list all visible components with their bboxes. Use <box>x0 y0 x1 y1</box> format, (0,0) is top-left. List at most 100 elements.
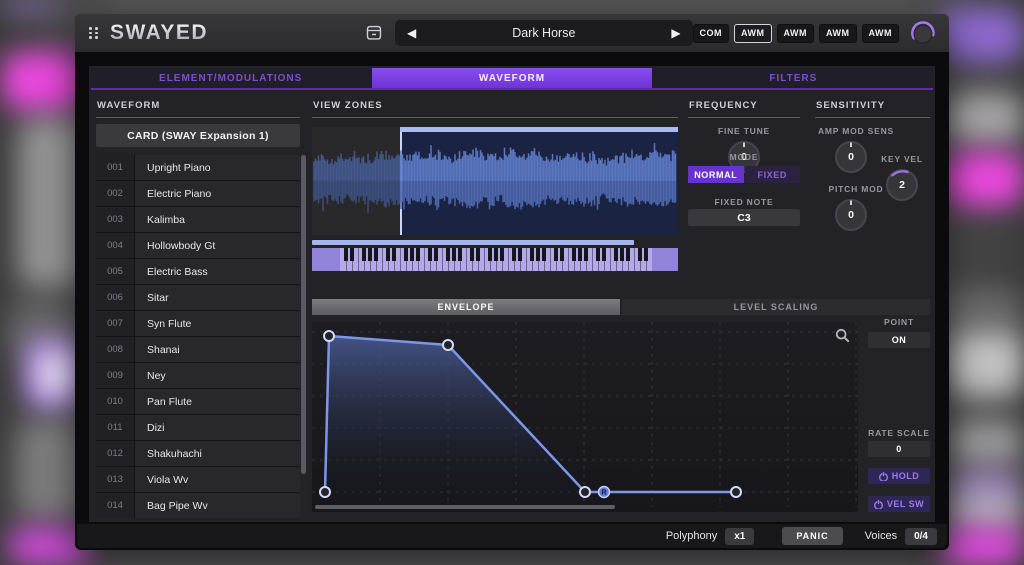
black-key[interactable] <box>494 248 498 261</box>
waveform-list-item[interactable]: 005Electric Bass <box>96 259 300 284</box>
master-volume-knob[interactable] <box>909 19 937 47</box>
black-key[interactable] <box>560 248 564 261</box>
zone-range-bar[interactable] <box>312 240 634 245</box>
black-key[interactable] <box>596 248 600 261</box>
black-key[interactable] <box>536 248 540 261</box>
item-number: 002 <box>96 181 134 206</box>
waveform-list-item[interactable]: 008Shanai <box>96 337 300 362</box>
black-key[interactable] <box>428 248 432 261</box>
waveform-list-item[interactable]: 011Dizi <box>96 415 300 440</box>
black-key[interactable] <box>644 248 648 261</box>
black-key[interactable] <box>518 248 522 261</box>
mode-fixed-button[interactable]: FIXED <box>745 166 801 183</box>
waveform-list-item[interactable]: 002Electric Piano <box>96 181 300 206</box>
waveform-list-item[interactable]: 009Ney <box>96 363 300 388</box>
waveform-list-scrollbar-thumb[interactable] <box>301 155 306 474</box>
waveform-list-item[interactable]: 001Upright Piano <box>96 155 300 180</box>
polyphony-label: Polyphony <box>666 530 717 542</box>
waveform-list-item[interactable]: 004Hollowbody Gt <box>96 233 300 258</box>
preset-selector: ◀ Dark Horse ▶ <box>395 20 693 46</box>
keyboard-range[interactable] <box>312 248 678 271</box>
black-key[interactable] <box>578 248 582 261</box>
mode-button-awm-4[interactable]: AWM <box>862 24 900 43</box>
black-key[interactable] <box>344 248 348 261</box>
panic-button[interactable]: PANIC <box>782 527 842 545</box>
waveform-list-item[interactable]: 006Sitar <box>96 285 300 310</box>
mode-button-com-0[interactable]: COM <box>693 24 730 43</box>
black-key[interactable] <box>350 248 354 261</box>
black-key[interactable] <box>602 248 606 261</box>
vel-sw-button-label: VEL SW <box>887 499 924 509</box>
tab-waveform[interactable]: WAVEFORM <box>372 68 651 88</box>
waveform-list-item[interactable]: 007Syn Flute <box>96 311 300 336</box>
black-key[interactable] <box>626 248 630 261</box>
preset-archive-icon[interactable] <box>363 23 385 43</box>
amp-mod-sens-label: AMP MOD SENS <box>811 126 901 136</box>
waveform-list-item[interactable]: 012Shakuhachi <box>96 441 300 466</box>
black-key[interactable] <box>614 248 618 261</box>
black-key[interactable] <box>392 248 396 261</box>
black-key[interactable] <box>470 248 474 261</box>
black-key[interactable] <box>416 248 420 261</box>
waveform-display[interactable] <box>312 127 678 235</box>
mode-button-awm-3[interactable]: AWM <box>819 24 857 43</box>
envelope-tab-bar: ENVELOPE LEVEL SCALING <box>312 299 930 315</box>
waveform-list-item[interactable]: 013Viola Wv <box>96 467 300 492</box>
black-key[interactable] <box>410 248 414 261</box>
black-key[interactable] <box>638 248 642 261</box>
black-key[interactable] <box>500 248 504 261</box>
black-key[interactable] <box>512 248 516 261</box>
black-key[interactable] <box>542 248 546 261</box>
tab-level-scaling[interactable]: LEVEL SCALING <box>622 299 930 315</box>
menu-dots-icon[interactable] <box>89 27 98 39</box>
mode-switch: NORMAL FIXED <box>688 166 800 183</box>
keyboard-keys[interactable] <box>340 248 652 271</box>
preset-prev-button[interactable]: ◀ <box>407 26 416 40</box>
envelope-graph: R <box>312 322 858 512</box>
black-key[interactable] <box>368 248 372 261</box>
black-key[interactable] <box>386 248 390 261</box>
black-key[interactable] <box>362 248 366 261</box>
black-key[interactable] <box>620 248 624 261</box>
keyboard-low-cap[interactable] <box>312 248 340 271</box>
black-key[interactable] <box>404 248 408 261</box>
preset-next-button[interactable]: ▶ <box>671 26 680 40</box>
black-key[interactable] <box>434 248 438 261</box>
mode-button-awm-2[interactable]: AWM <box>777 24 815 43</box>
waveform-list-item[interactable]: 014Bag Pipe Wv <box>96 493 300 518</box>
envelope-editor[interactable]: R <box>312 322 858 512</box>
voices-value[interactable]: 0/4 <box>905 528 937 545</box>
hold-button[interactable]: HOLD <box>868 468 930 484</box>
tab-filters[interactable]: FILTERS <box>654 68 933 88</box>
black-key[interactable] <box>458 248 462 261</box>
vel-sw-button[interactable]: VEL SW <box>868 496 930 512</box>
black-key[interactable] <box>374 248 378 261</box>
point-on-button[interactable]: ON <box>868 332 930 348</box>
rate-scale-value[interactable]: 0 <box>868 441 930 457</box>
black-key[interactable] <box>584 248 588 261</box>
waveform-list-item[interactable]: 010Pan Flute <box>96 389 300 414</box>
polyphony-value[interactable]: x1 <box>725 528 754 545</box>
tab-element-modulations[interactable]: ELEMENT/MODULATIONS <box>91 68 370 88</box>
tab-envelope[interactable]: ENVELOPE <box>312 299 620 315</box>
item-name: Electric Bass <box>135 259 300 284</box>
preset-name[interactable]: Dark Horse <box>512 26 575 40</box>
black-key[interactable] <box>554 248 558 261</box>
black-key[interactable] <box>452 248 456 261</box>
black-key[interactable] <box>572 248 576 261</box>
black-key[interactable] <box>446 248 450 261</box>
zoom-magnifier-icon[interactable] <box>835 328 850 343</box>
black-key[interactable] <box>530 248 534 261</box>
mode-button-awm-1[interactable]: AWM <box>734 24 772 43</box>
keyboard-high-cap[interactable] <box>652 248 678 271</box>
item-number: 006 <box>96 285 134 310</box>
black-key[interactable] <box>476 248 480 261</box>
pitch-mod-knob[interactable]: 0 <box>833 197 869 233</box>
waveform-list-item[interactable]: 003Kalimba <box>96 207 300 232</box>
fixed-note-value[interactable]: C3 <box>688 209 800 226</box>
amp-mod-sens-knob[interactable]: 0 <box>833 139 869 175</box>
black-key[interactable] <box>488 248 492 261</box>
card-selector-button[interactable]: CARD (SWAY Expansion 1) <box>96 124 300 147</box>
mode-normal-button[interactable]: NORMAL <box>688 166 744 183</box>
envelope-scrollbar[interactable] <box>315 505 615 509</box>
